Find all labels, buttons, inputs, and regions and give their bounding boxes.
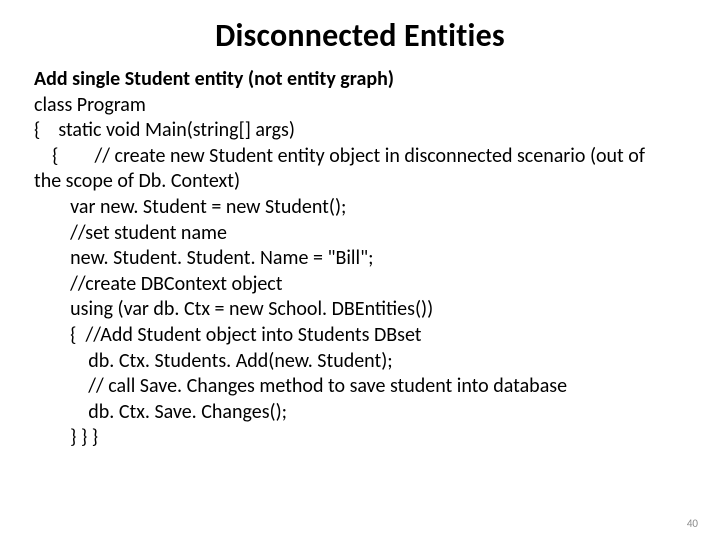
code-line: } } }: [34, 425, 686, 451]
code-line: class Program: [34, 93, 686, 119]
subheading: Add single Student entity (not entity gr…: [34, 67, 686, 93]
code-line: db. Ctx. Students. Add(new. Student);: [34, 349, 686, 375]
code-line: using (var db. Ctx = new School. DBEntit…: [34, 297, 686, 323]
slide-body: Add single Student entity (not entity gr…: [0, 67, 720, 451]
slide: Disconnected Entities Add single Student…: [0, 0, 720, 540]
code-line: { static void Main(string[] args): [34, 118, 686, 144]
code-line: the scope of Db. Context): [34, 169, 686, 195]
code-line: { //Add Student object into Students DBs…: [34, 323, 686, 349]
page-number: 40: [687, 517, 698, 530]
code-line: { // create new Student entity object in…: [34, 144, 686, 170]
code-line: //create DBContext object: [34, 272, 686, 298]
code-line: var new. Student = new Student();: [34, 195, 686, 221]
slide-title: Disconnected Entities: [0, 0, 720, 67]
code-line: db. Ctx. Save. Changes();: [34, 400, 686, 426]
code-line: // call Save. Changes method to save stu…: [34, 374, 686, 400]
code-line: new. Student. Student. Name = "Bill";: [34, 246, 686, 272]
code-line: //set student name: [34, 221, 686, 247]
